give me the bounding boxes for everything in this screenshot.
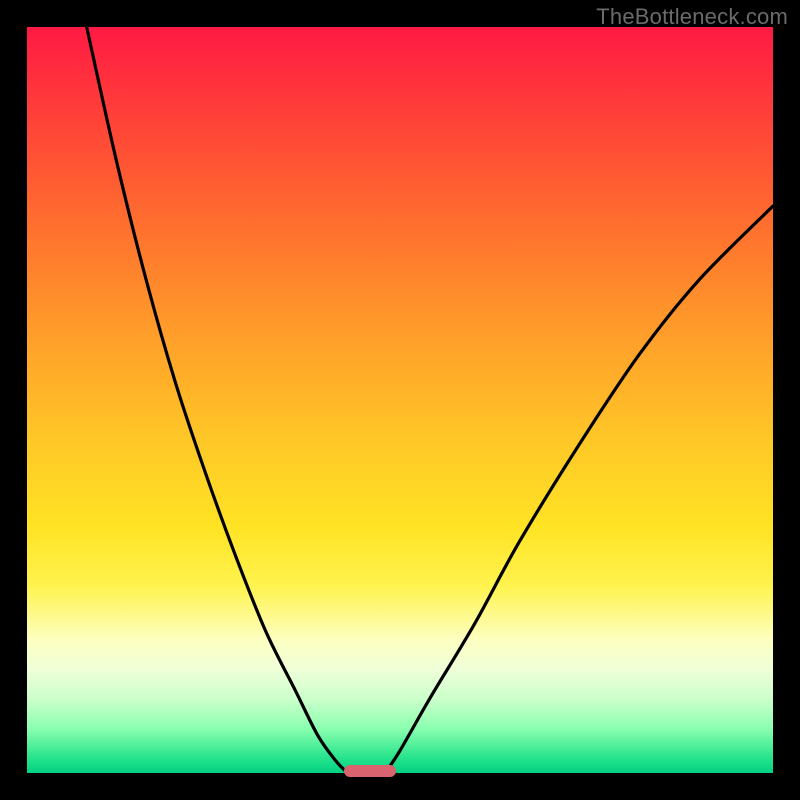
right-curve	[385, 206, 773, 773]
chart-frame: TheBottleneck.com	[0, 0, 800, 800]
watermark-text: TheBottleneck.com	[596, 4, 788, 30]
plot-area	[27, 27, 773, 773]
left-curve	[87, 27, 348, 773]
bottleneck-curves	[27, 27, 773, 773]
optimal-range-marker	[344, 765, 396, 777]
